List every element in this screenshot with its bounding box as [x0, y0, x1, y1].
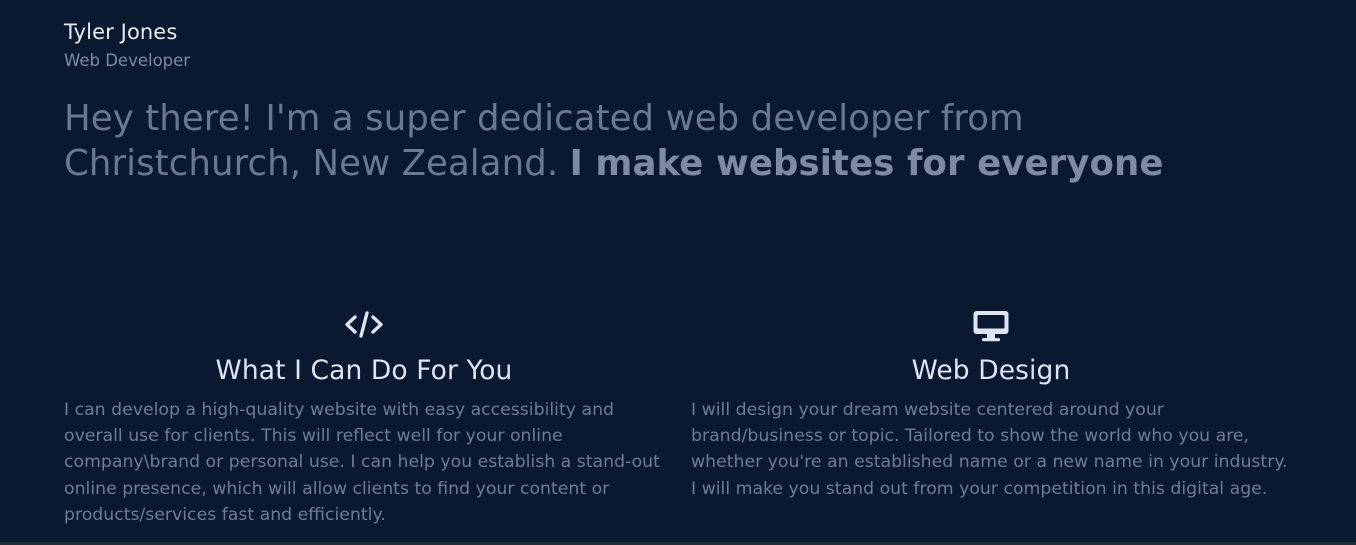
service-description: I will design your dream website centere… — [691, 400, 1288, 499]
service-card-web-design: Web Design I will design your dream webs… — [691, 308, 1291, 502]
service-title: Web Design — [911, 355, 1071, 386]
service-title: What I Can Do For You — [215, 355, 513, 386]
site-header: Tyler Jones Web Developer — [64, 18, 190, 71]
site-owner-role: Web Developer — [64, 51, 191, 70]
desktop-icon — [971, 308, 1011, 344]
intro-emphasis: I make websites for everyone — [569, 143, 1164, 184]
service-card-development: What I Can Do For You I can develop a hi… — [64, 308, 664, 528]
intro-paragraph: Hey there! I'm a super dedicated web dev… — [64, 96, 1264, 186]
page: Tyler Jones Web Developer Hey there! I'm… — [0, 0, 1356, 542]
service-description: I can develop a high-quality website wit… — [64, 400, 660, 525]
site-owner-name: Tyler Jones — [64, 20, 178, 44]
code-icon — [344, 308, 384, 344]
